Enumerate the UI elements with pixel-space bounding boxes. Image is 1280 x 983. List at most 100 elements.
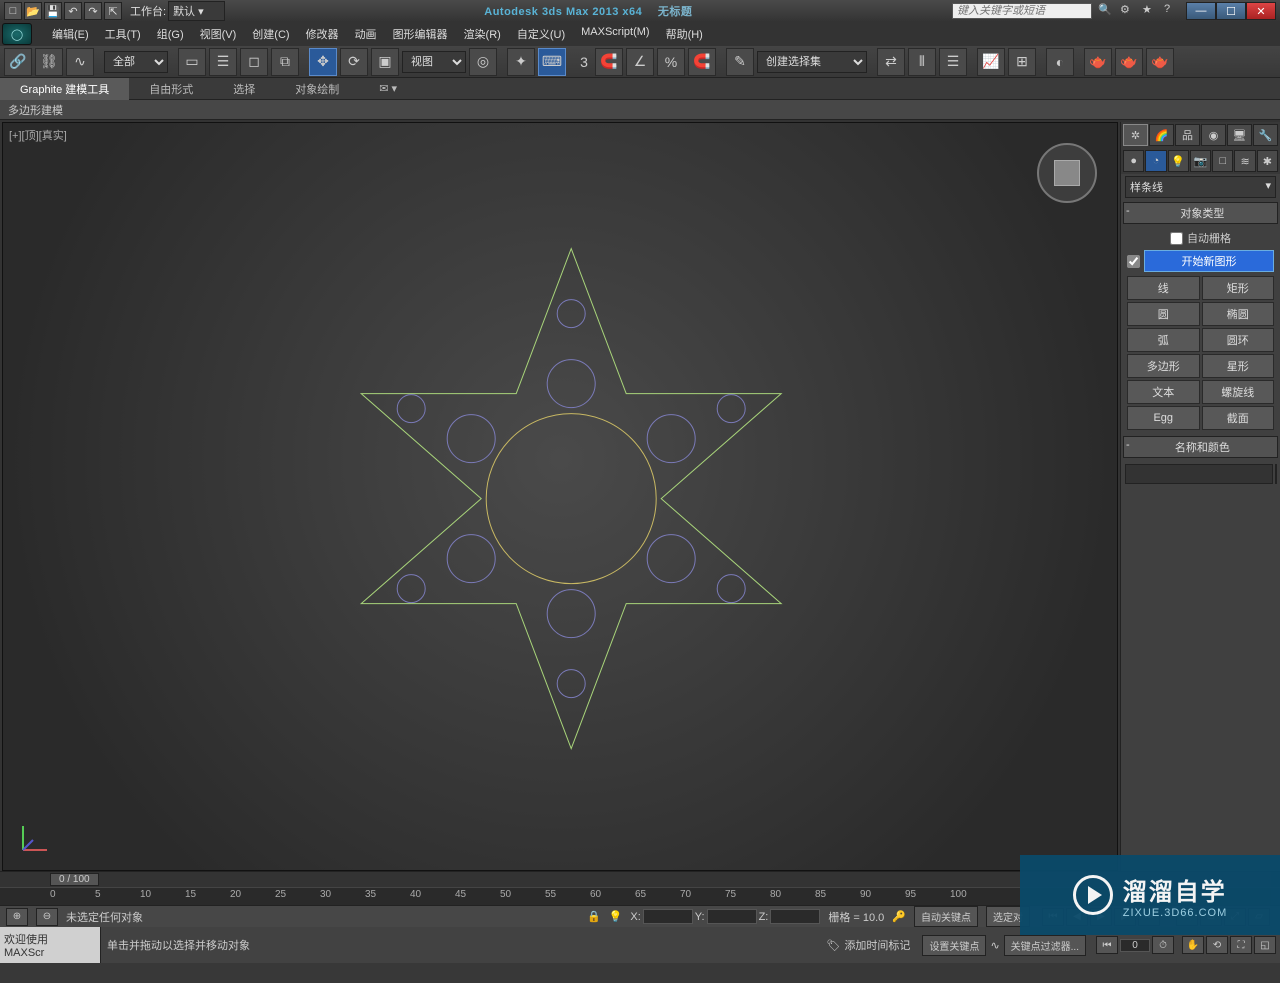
menu-maxscript[interactable]: MAXScript(M) [573,23,657,45]
rotate-tool-icon[interactable]: ⟳ [340,48,368,76]
key-filters-icon[interactable]: ∿ [990,939,999,952]
move-tool-icon[interactable]: ✥ [309,48,337,76]
line-button[interactable]: 线 [1127,276,1200,300]
maximize-button[interactable]: ☐ [1216,2,1246,20]
refcoord-select[interactable]: 视图 [402,51,466,73]
close-button[interactable]: ✕ [1246,2,1276,20]
arc-button[interactable]: 弧 [1127,328,1200,352]
start-new-shape-button[interactable]: 开始新图形 [1144,250,1274,272]
ribbon-tab-paint[interactable]: 对象绘制 [275,78,359,100]
menu-rendering[interactable]: 渲染(R) [456,23,509,45]
helpers-cat-icon[interactable]: □ [1212,150,1233,172]
current-frame-input[interactable] [1120,939,1150,952]
cameras-cat-icon[interactable]: 📷 [1190,150,1211,172]
display-tab-icon[interactable]: 🖥 [1227,124,1252,146]
redo-icon[interactable]: ↷ [84,2,102,20]
viewport[interactable]: [+][顶][真实] [2,122,1118,871]
help-search-input[interactable] [952,3,1092,19]
maxscript-mini-listener[interactable]: 欢迎使用 MAXScr [0,927,100,963]
time-config-icon[interactable]: ⏱ [1152,936,1174,954]
menu-modifiers[interactable]: 修改器 [298,23,347,45]
comm-icon[interactable]: ⚙ [1120,3,1136,19]
newshape-checkbox[interactable] [1127,255,1140,268]
autokey-button[interactable]: 自动关键点 [914,906,978,927]
viewcube[interactable] [1037,143,1097,203]
pan-icon[interactable]: ✋ [1182,936,1204,954]
select-region-icon[interactable]: ◻ [240,48,268,76]
select-tool-icon[interactable]: ▭ [178,48,206,76]
rollout-object-type[interactable]: -对象类型 [1123,202,1278,224]
save-icon[interactable]: 💾 [44,2,62,20]
link-icon[interactable]: ⇱ [104,2,122,20]
rollout-name-color[interactable]: -名称和颜色 [1123,436,1278,458]
render-setup-icon[interactable]: 🫖 [1084,48,1112,76]
z-input[interactable] [770,909,820,924]
lock-icon[interactable]: 🔒 [587,910,601,923]
menu-help[interactable]: 帮助(H) [658,23,711,45]
min-max-icon[interactable]: ◱ [1254,936,1276,954]
material-editor-icon[interactable]: ◐ [1046,48,1074,76]
key-filters-button[interactable]: 关键点过滤器... [1004,935,1086,956]
menu-group[interactable]: 组(G) [149,23,192,45]
edit-named-sel-icon[interactable]: ✎ [726,48,754,76]
angle-snap-icon[interactable]: ∠ [626,48,654,76]
menu-animation[interactable]: 动画 [347,23,385,45]
isolate-icon[interactable]: 💡 [609,910,623,923]
hierarchy-tab-icon[interactable]: 品 [1175,124,1200,146]
open-icon[interactable]: 📂 [24,2,42,20]
rectangle-button[interactable]: 矩形 [1202,276,1275,300]
link-tool-icon[interactable]: 🔗 [4,48,32,76]
mirror-icon[interactable]: ⇄ [877,48,905,76]
utilities-tab-icon[interactable]: 🔧 [1253,124,1278,146]
shapes-cat-icon[interactable]: ◔ [1145,150,1166,172]
window-crossing-icon[interactable]: ⧉ [271,48,299,76]
maximize-vp-icon[interactable]: ⛶ [1230,936,1252,954]
object-color-swatch[interactable] [1275,464,1277,484]
render-icon[interactable]: 🫖 [1146,48,1174,76]
menu-create[interactable]: 创建(C) [244,23,297,45]
x-input[interactable] [643,909,693,924]
selection-filter-select[interactable]: 全部 [104,51,168,73]
layers-icon[interactable]: ☰ [939,48,967,76]
spacewarps-cat-icon[interactable]: ≋ [1234,150,1255,172]
donut-button[interactable]: 圆环 [1202,328,1275,352]
setkey-button[interactable]: 设置关键点 [922,935,986,956]
key-tag-icon[interactable]: 🔑 [892,910,906,923]
spinner-snap-icon[interactable]: 🧲 [688,48,716,76]
manip-icon[interactable]: ✦ [507,48,535,76]
bind-tool-icon[interactable]: ∿ [66,48,94,76]
key-mode-icon[interactable]: ⊖ [36,908,58,926]
category-dropdown[interactable]: 样条线▾ [1125,176,1276,198]
add-timemark-label[interactable]: 添加时间标记 [844,937,910,953]
menu-customize[interactable]: 自定义(U) [509,23,573,45]
app-menu-button[interactable]: ◯ [2,23,32,45]
menu-tools[interactable]: 工具(T) [97,23,149,45]
binoculars-icon[interactable]: 🔍 [1098,3,1114,19]
circle-button[interactable]: 圆 [1127,302,1200,326]
ribbon-tab-selection[interactable]: 选择 [213,78,275,100]
autogrid-checkbox[interactable] [1170,232,1183,245]
systems-cat-icon[interactable]: ✱ [1257,150,1278,172]
percent-snap-icon[interactable]: % [657,48,685,76]
time-slider[interactable]: 0 / 100 [50,873,99,886]
ellipse-button[interactable]: 椭圆 [1202,302,1275,326]
geometry-cat-icon[interactable]: ● [1123,150,1144,172]
object-name-input[interactable] [1125,464,1273,484]
menu-edit[interactable]: 编辑(E) [44,23,97,45]
new-icon[interactable]: □ [4,2,22,20]
curve-editor-icon[interactable]: 📈 [977,48,1005,76]
snap-toggle-icon[interactable]: 🧲 [595,48,623,76]
workspace-select[interactable]: 默认 ▾ [168,1,225,21]
unlink-tool-icon[interactable]: ⛓ [35,48,63,76]
ribbon-panel-polymodel[interactable]: 多边形建模 [0,100,1280,120]
ngon-button[interactable]: 多边形 [1127,354,1200,378]
menu-grapheditors[interactable]: 图形编辑器 [385,23,456,45]
pivot-icon[interactable]: ◎ [469,48,497,76]
modify-tab-icon[interactable]: 🌈 [1149,124,1174,146]
orbit-icon[interactable]: ⟲ [1206,936,1228,954]
helix-button[interactable]: 螺旋线 [1202,380,1275,404]
help-icon[interactable]: ? [1164,3,1180,19]
ribbon-tab-graphite[interactable]: Graphite 建模工具 [0,78,129,100]
keyboard-shortcut-icon[interactable]: ⌨ [538,48,566,76]
y-input[interactable] [707,909,757,924]
